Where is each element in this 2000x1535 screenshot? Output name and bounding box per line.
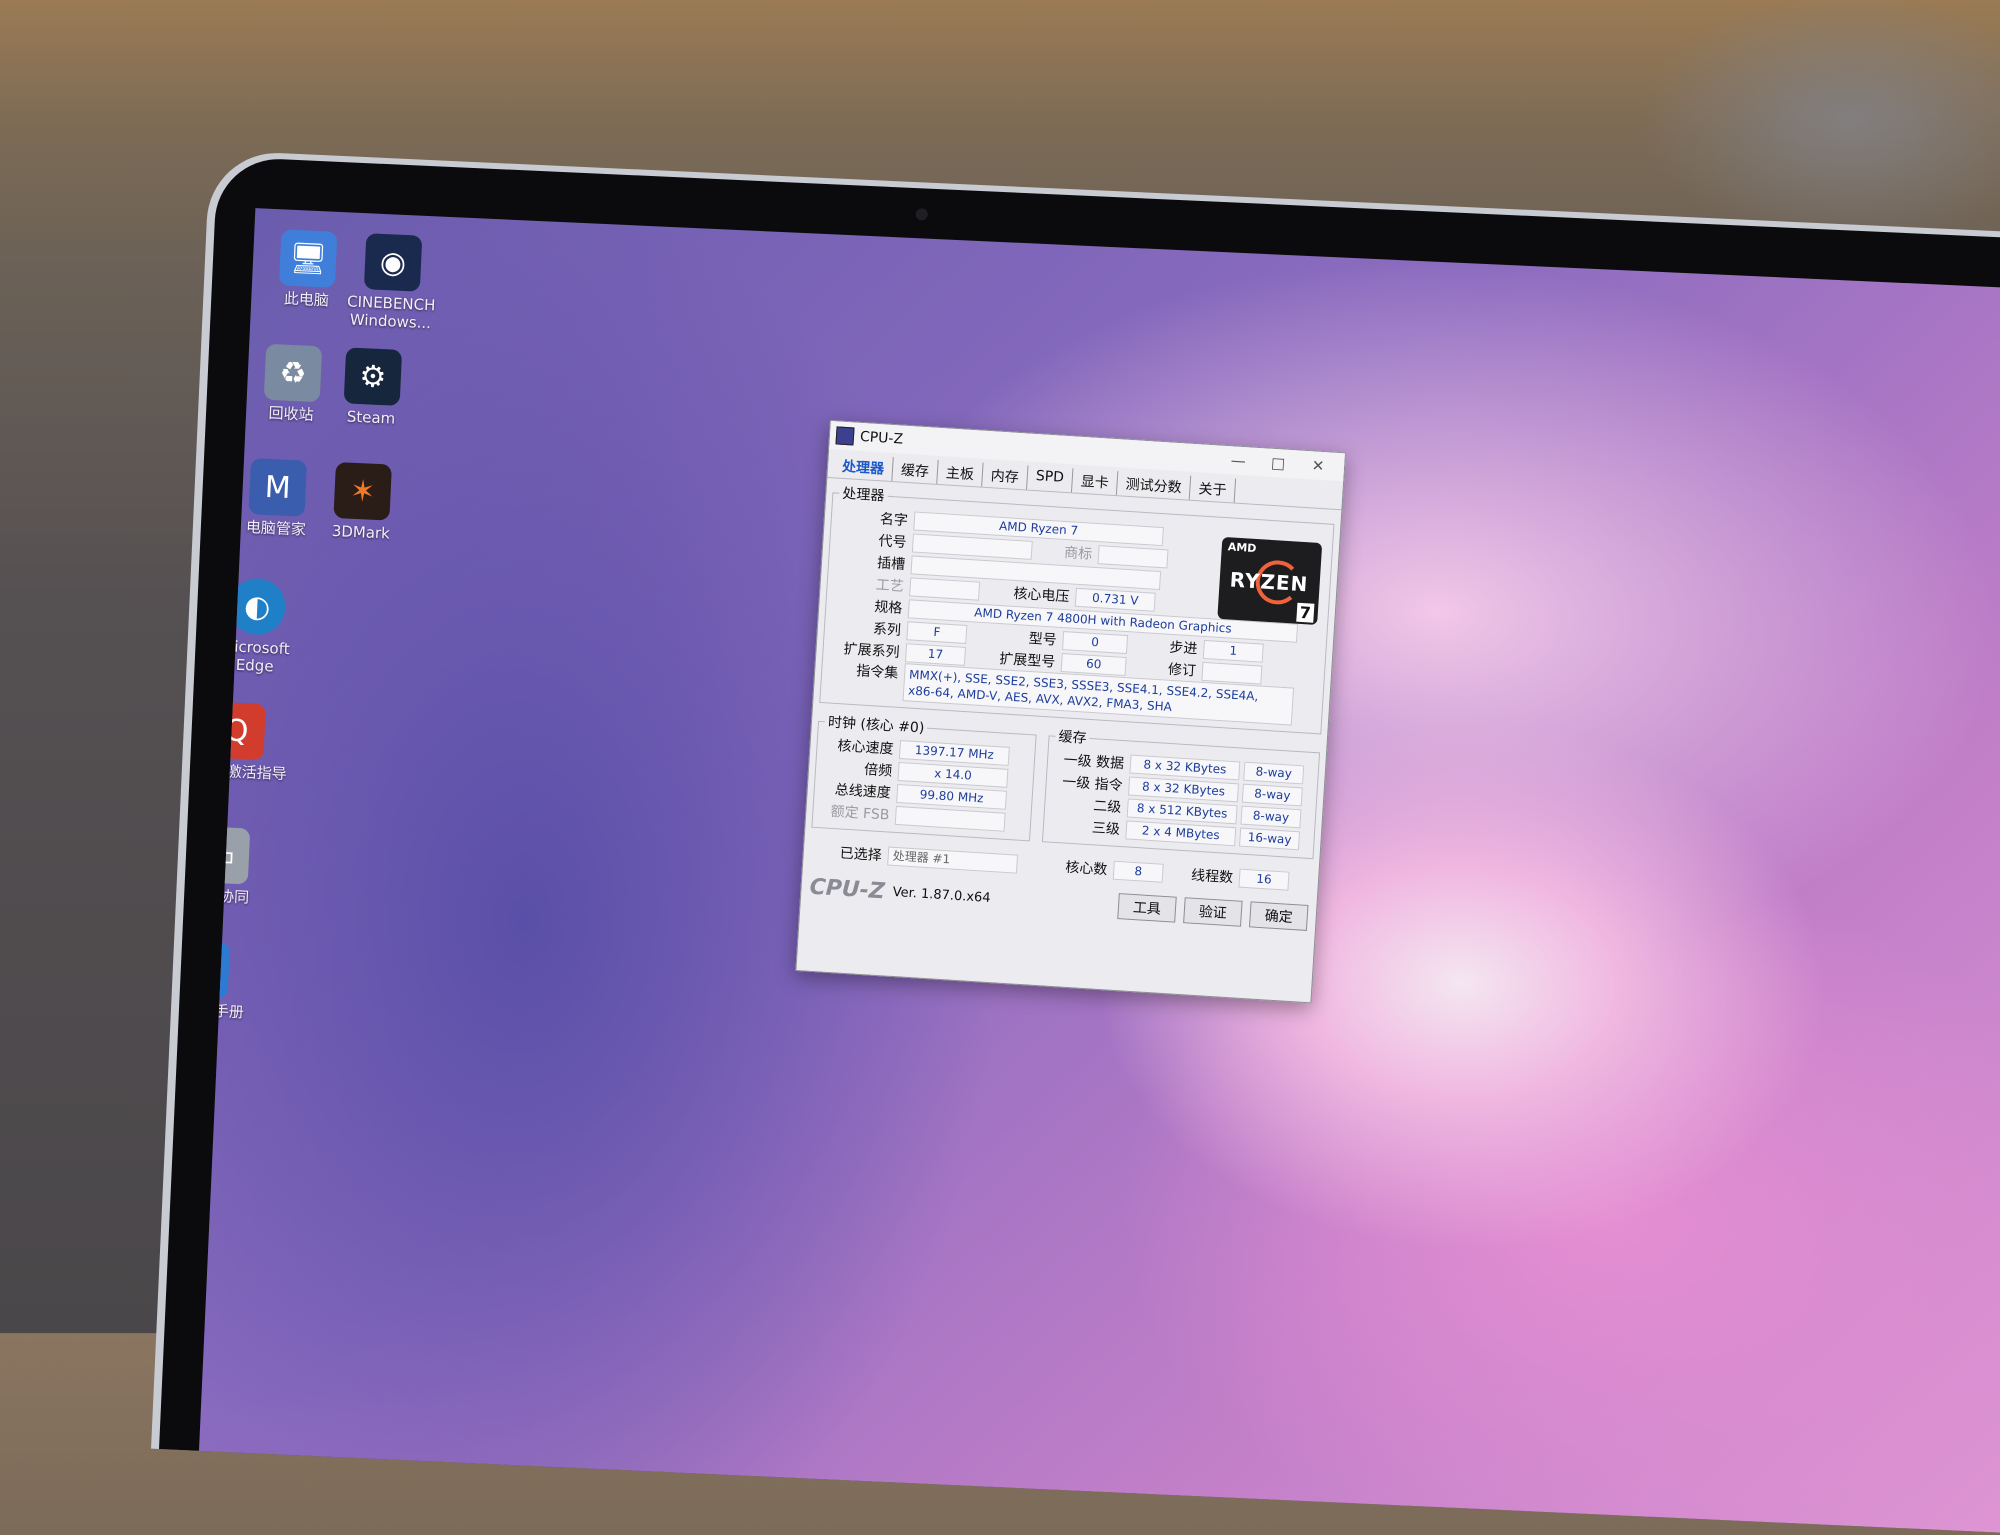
tab-bench[interactable]: 测试分数 [1116,471,1192,500]
desktop-icon-cpu-z[interactable]: ▦ CPUID CPU-Z [199,1177,216,1260]
desktop-icon-label: Steam [346,407,396,428]
ryzen-logo-text: RYZEN [1229,567,1310,597]
tab-processor[interactable]: 处理器 [833,453,894,482]
pc-manager-icon: M [248,458,308,517]
desktop-icon-3dmark[interactable]: ✶ 3DMark [305,461,418,544]
ryzen-tier-badge: 7 [1296,602,1315,623]
processor-group: 处理器 AMD RYZEN 7 名字 AMD Ryzen 7 代号 商标 插槽 … [819,482,1336,735]
close-button[interactable]: ✕ [1298,455,1339,475]
cache-size-value: 2 x 4 MBytes [1125,819,1237,846]
steam-icon: ⚙ [343,347,403,406]
ok-button[interactable]: 确定 [1248,901,1309,931]
model-value: 0 [1062,630,1129,654]
process-value [909,576,981,601]
version-text: Ver. 1.87.0.x64 [892,884,992,906]
maximize-button[interactable]: □ [1258,453,1299,473]
processor-group-label: 处理器 [841,485,885,505]
tab-graphics[interactable]: 显卡 [1072,468,1119,496]
clocks-group: 时钟 (核心 #0) 核心速度 1397.17 MHz 倍频 x 14.0 总线… [811,710,1038,842]
tab-cache[interactable]: 缓存 [892,457,939,484]
edge-icon: ◐ [228,577,287,636]
desktop-icon-label: 新机用户手册 [198,999,245,1022]
cache-row-label: 三级 [1091,820,1121,838]
desktop-icon-label: 3DMark [331,521,391,543]
cache-way-value: 8-way [1241,783,1303,806]
cache-way-value: 8-way [1243,761,1305,784]
3dmark-icon: ✶ [333,462,392,521]
processor-select[interactable]: 处理器 #1 [887,846,1019,874]
ext-family-value: 17 [904,642,967,666]
desktop-icon-steam[interactable]: ⚙ Steam [316,346,429,429]
cores-value: 8 [1112,860,1164,883]
revision-value [1201,661,1263,685]
desktop-icon-label: 百度网盘 [198,1124,209,1145]
recycle-bin-icon: ♻ [263,343,323,403]
desktop-icon-label: CINEBENCH Windows... [346,292,436,333]
cpu-z-app-icon [835,426,855,446]
cores-label: 核心数 [1064,859,1108,879]
cpu-z-window: CPU-Z — □ ✕ 处理器 缓存 主板 内存 SPD 显卡 测试分数 关于 … [795,420,1346,1004]
webcam [915,208,929,221]
stepping-value: 1 [1202,639,1264,663]
tab-spd[interactable]: SPD [1027,465,1074,493]
cloud-icon: ☁ [198,1064,210,1123]
desktop-icon-user-manual[interactable]: ❐ 新机用户手册 [198,939,257,1022]
desktop-icon-cinebench[interactable]: ◉ CINEBENCH Windows... [335,232,449,333]
threads-value: 16 [1238,868,1290,891]
multi-screen-icon: ▭ [198,825,251,885]
ext-model-value: 60 [1060,652,1127,676]
desktop-icon-label: Office激活指导 [198,760,288,784]
desktop-icon-multi-screen[interactable]: ▭ 多屏协同 [198,825,277,908]
desktop-icon-label: 多屏协同 [198,885,250,907]
desktop-icon-office-activation[interactable]: Q Office激活指导 [199,700,293,783]
tab-mainboard[interactable]: 主板 [937,459,984,487]
cache-group-label: 缓存 [1058,728,1087,747]
threads-label: 线程数 [1190,867,1234,887]
cache-group: 缓存 一级 数据 8 x 32 KBytes 8-way 一级 指令 8 x 3… [1041,725,1321,860]
amd-logo-text: AMD [1227,540,1257,556]
cache-way-value: 8-way [1240,805,1302,828]
cache-way-value: 16-way [1239,827,1301,850]
desktop-icon-baidu-netdisk[interactable]: ☁ 百度网盘 [198,1063,236,1146]
minimize-button[interactable]: — [1218,450,1259,470]
family-value: F [906,620,968,644]
cpu-z-brand: CPU-Z [808,874,886,904]
computer-icon: 🖥 [278,229,338,288]
rated-fsb-label: 额定 FSB [830,803,890,824]
ryzen-7-logo: AMD RYZEN 7 [1217,536,1323,625]
instructions-label: 指令集 [855,663,899,682]
selection-label: 已选择 [839,845,883,865]
manual-icon: ❐ [198,940,231,999]
cinebench-icon: ◉ [363,233,423,292]
validate-button[interactable]: 验证 [1183,897,1243,927]
brand-label: 商标 [1063,544,1093,563]
desktop-icon-label: CPUID CPU-Z [198,1238,208,1260]
desktop-icon-label: Microsoft Edge [220,637,290,676]
tab-memory[interactable]: 内存 [982,462,1029,490]
brand-value [1097,544,1169,568]
office-icon: Q [207,701,266,761]
tab-about[interactable]: 关于 [1189,475,1237,503]
tools-button[interactable]: 工具 [1117,893,1177,923]
rated-fsb-value [894,805,1006,832]
desktop-icon-edge[interactable]: ◐ Microsoft Edge [199,576,313,677]
